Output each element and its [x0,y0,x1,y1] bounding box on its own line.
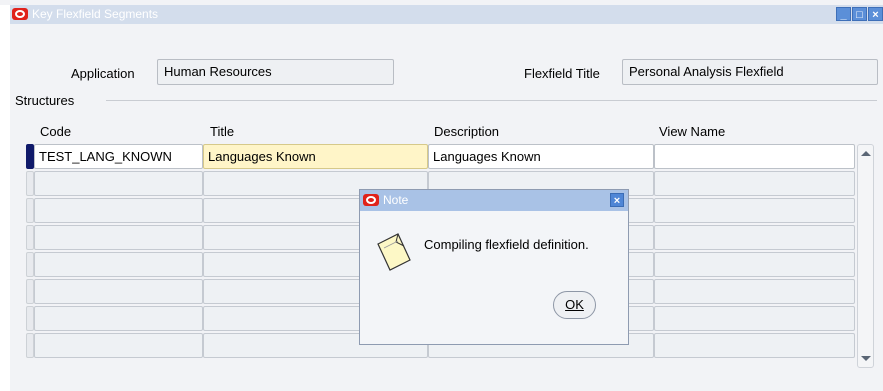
column-header-view-name: View Name [659,124,726,139]
code-cell[interactable] [34,306,203,331]
row-indicator[interactable] [26,171,34,196]
note-dialog-message: Compiling flexfield definition. [424,237,589,252]
note-dialog-title-bar[interactable]: Note × [360,190,628,211]
window-controls: _ □ × [836,7,883,21]
code-cell[interactable] [34,252,203,277]
code-cell[interactable] [34,171,203,196]
scroll-up-icon[interactable] [861,151,871,156]
code-cell[interactable] [34,225,203,250]
table-vertical-scrollbar[interactable] [857,144,874,368]
view-name-cell[interactable] [654,144,855,169]
minimize-button[interactable]: _ [836,7,851,21]
view-name-cell[interactable] [654,279,855,304]
row-indicator[interactable] [26,279,34,304]
view-name-cell[interactable] [654,306,855,331]
column-header-description: Description [434,124,500,139]
application-field[interactable]: Human Resources [157,59,394,85]
row-indicator-active[interactable] [26,144,34,169]
window-title: Key Flexfield Segments [32,7,159,21]
description-cell[interactable]: Languages Known [428,144,654,169]
key-flexfield-segments-window: Key Flexfield Segments _ □ × Application… [0,0,883,391]
view-name-cell[interactable] [654,171,855,196]
code-cell[interactable] [34,279,203,304]
row-indicator[interactable] [26,198,34,223]
structures-group-label: Structures [15,93,75,108]
column-header-title: Title [210,124,235,139]
application-label: Application [71,66,135,81]
row-indicator[interactable] [26,306,34,331]
ok-button[interactable]: OK [553,291,596,319]
oracle-logo-icon [12,8,28,20]
view-name-cell[interactable] [654,252,855,277]
code-cell[interactable]: TEST_LANG_KNOWN [34,144,203,169]
ok-button-label: OK [565,297,584,312]
note-paper-icon [374,230,414,275]
view-name-cell[interactable] [654,333,855,358]
row-indicator[interactable] [26,252,34,277]
code-cell[interactable] [34,198,203,223]
maximize-button[interactable]: □ [852,7,867,21]
scroll-down-icon[interactable] [861,356,871,361]
view-name-cell[interactable] [654,225,855,250]
note-dialog-close-button[interactable]: × [610,193,624,207]
title-cell[interactable]: Languages Known [203,144,428,169]
column-header-code: Code [40,124,72,139]
view-name-cell[interactable] [654,198,855,223]
flexfield-title-field[interactable]: Personal Analysis Flexfield [622,59,878,85]
note-dialog-title: Note [383,193,409,207]
close-button[interactable]: × [868,7,883,21]
note-dialog: Note × Compiling flexfield definition. O… [359,189,629,345]
structures-divider [106,100,877,101]
row-indicator[interactable] [26,333,34,358]
row-indicator[interactable] [26,225,34,250]
code-cell[interactable] [34,333,203,358]
oracle-logo-icon [363,194,379,206]
window-title-bar[interactable]: Key Flexfield Segments _ □ × [10,5,883,24]
flexfield-title-label: Flexfield Title [524,66,600,81]
window-left-edge [0,5,10,391]
